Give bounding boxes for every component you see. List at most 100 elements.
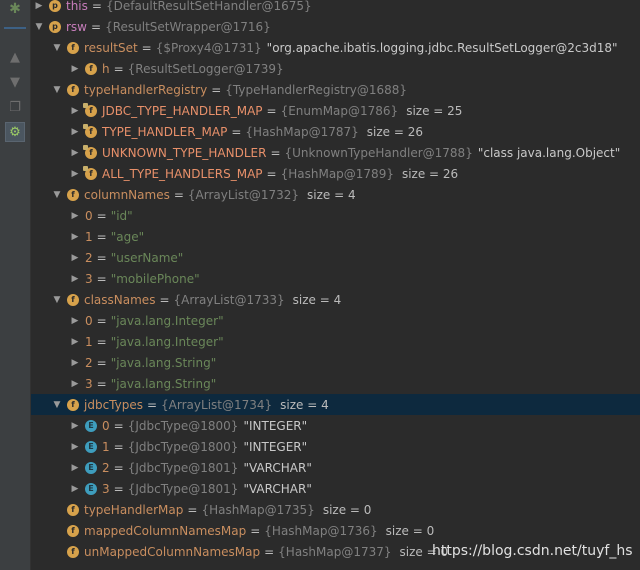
equals-sign: =	[113, 418, 124, 433]
view-options-icon[interactable]: ⚙	[5, 122, 25, 142]
tree-row[interactable]: ▶ 0 = "id"	[31, 205, 640, 226]
debugger-toolbar: ✱ ▲ ▼ ❐ ⚙	[0, 0, 31, 570]
tree-row[interactable]: ▶ E 1 = {JdbcType@1800} "INTEGER"	[31, 436, 640, 457]
tree-row[interactable]: ▶ 3 = "mobilePhone"	[31, 268, 640, 289]
collapse-arrow-icon[interactable]: ▶	[69, 64, 81, 74]
tree-row[interactable]: ▶ E 0 = {JdbcType@1800} "INTEGER"	[31, 415, 640, 436]
tree-row[interactable]: ▶ 1 = "java.lang.Integer"	[31, 331, 640, 352]
collection-size: size = 0	[385, 523, 435, 538]
tree-row[interactable]: ▶ E 3 = {JdbcType@1801} "VARCHAR"	[31, 478, 640, 499]
collapse-arrow-icon[interactable]: ▶	[69, 127, 81, 137]
watermark-text: https://blog.csdn.net/tuyf_hs	[432, 543, 633, 559]
equals-sign: =	[173, 187, 184, 202]
tree-row[interactable]: ▶ f UNKNOWN_TYPE_HANDLER = {UnknownTypeHandl…	[31, 142, 640, 163]
equals-sign: =	[96, 208, 107, 223]
expand-arrow-icon[interactable]: ▼	[51, 295, 63, 305]
tree-row[interactable]: ▼ p rsw = {ResultSetWrapper@1716}	[31, 16, 640, 37]
expand-arrow-icon[interactable]: ▼	[51, 43, 63, 53]
equals-sign: =	[96, 271, 107, 286]
equals-sign: =	[211, 82, 222, 97]
tree-row[interactable]: ▶ 2 = "java.lang.String"	[31, 352, 640, 373]
tree-row[interactable]: ▼ f classNames = {ArrayList@1733} size = 4	[31, 289, 640, 310]
variable-name: 3	[85, 271, 93, 286]
parameter-icon: p	[49, 20, 61, 33]
tree-row[interactable]: ▶ f TYPE_HANDLER_MAP = {HashMap@1787} size = …	[31, 121, 640, 142]
tree-row[interactable]: ▶ 2 = "userName"	[31, 247, 640, 268]
equals-sign: =	[266, 166, 277, 181]
tree-row[interactable]: ▶ 0 = "java.lang.Integer"	[31, 310, 640, 331]
equals-sign: =	[141, 40, 152, 55]
equals-sign: =	[270, 145, 281, 160]
variable-name: 0	[85, 208, 93, 223]
variable-type: {HashMap@1736}	[264, 523, 378, 538]
collapse-arrow-icon[interactable]: ▶	[69, 358, 81, 368]
copy-icon[interactable]: ❐	[6, 98, 24, 116]
variable-value: "INTEGER"	[243, 439, 308, 454]
collection-size: size = 26	[401, 166, 459, 181]
tree-row[interactable]: ▶ 1 = "age"	[31, 226, 640, 247]
collapse-arrow-icon[interactable]: ▶	[69, 169, 81, 179]
collapse-arrow-icon[interactable]: ▶	[69, 211, 81, 221]
debug-bug-icon[interactable]: ✱	[6, 0, 24, 18]
expand-arrow-icon[interactable]: ▼	[51, 400, 63, 410]
equals-sign: =	[96, 334, 107, 349]
collapse-arrow-icon[interactable]: ▶	[69, 274, 81, 284]
tree-row[interactable]: ▼ f jdbcTypes = {ArrayList@1734} size = 4	[31, 394, 640, 415]
tree-row[interactable]: ▶ f ALL_TYPE_HANDLERS_MAP = {HashMap@1789} si…	[31, 163, 640, 184]
field-icon: f	[67, 188, 79, 201]
collapse-arrow-icon[interactable]: ▶	[69, 442, 81, 452]
equals-sign: =	[113, 61, 124, 76]
variable-name: unMappedColumnNamesMap	[84, 544, 261, 559]
field-icon: f	[85, 62, 97, 75]
enum-icon: E	[85, 440, 97, 453]
variable-type: {ArrayList@1734}	[161, 397, 273, 412]
variable-type: {HashMap@1735}	[201, 502, 315, 517]
collapse-arrow-icon[interactable]: ▶	[69, 379, 81, 389]
variable-type: {EnumMap@1786}	[280, 103, 399, 118]
tree-row[interactable]: ▶ f h = {ResultSetLogger@1739}	[31, 58, 640, 79]
tree-row[interactable]: ▶ 3 = "java.lang.String"	[31, 373, 640, 394]
tree-row[interactable]: ▼ f columnNames = {ArrayList@1732} size = 4	[31, 184, 640, 205]
collapse-arrow-icon[interactable]: ▶	[69, 316, 81, 326]
collapse-arrow-icon[interactable]: ▶	[69, 106, 81, 116]
variable-name: 0	[102, 418, 110, 433]
collapse-arrow-icon[interactable]: ▶	[69, 148, 81, 158]
tree-row[interactable]: ▶ p this = {DefaultResultSetHandler@1675}	[31, 0, 640, 16]
variable-name: rsw	[66, 19, 87, 34]
arrow-up-icon[interactable]: ▲	[6, 48, 24, 66]
variable-value: "java.lang.String"	[110, 355, 217, 370]
collection-size: size = 0	[322, 502, 372, 517]
variable-name: JDBC_TYPE_HANDLER_MAP	[102, 103, 263, 118]
tree-row[interactable]: ▼ f typeHandlerRegistry = {TypeHandlerRegist…	[31, 79, 640, 100]
field-icon: f	[67, 83, 79, 96]
equals-sign: =	[250, 523, 261, 538]
expand-arrow-icon[interactable]: ▼	[33, 22, 45, 32]
arrow-down-icon[interactable]: ▼	[6, 73, 24, 91]
collapse-arrow-icon[interactable]: ▶	[69, 337, 81, 347]
collection-size: size = 4	[280, 397, 329, 412]
collapse-arrow-icon[interactable]: ▶	[33, 1, 45, 11]
variable-type: {HashMap@1787}	[245, 124, 359, 139]
variable-type: {JdbcType@1801}	[127, 460, 239, 475]
collapse-arrow-icon[interactable]: ▶	[69, 463, 81, 473]
variable-type: {ResultSetLogger@1739}	[127, 61, 284, 76]
field-icon: f	[83, 102, 97, 117]
variable-value: "class java.lang.Object"	[477, 145, 621, 160]
tree-row[interactable]: f typeHandlerMap = {HashMap@1735} size = 0	[31, 499, 640, 520]
variable-type: {JdbcType@1800}	[127, 439, 239, 454]
tree-row[interactable]: ▶ f JDBC_TYPE_HANDLER_MAP = {EnumMap@1786} si…	[31, 100, 640, 121]
tree-row[interactable]: ▼ f resultSet = {$Proxy4@1731} "org.apache.ib…	[31, 37, 640, 58]
collapse-arrow-icon[interactable]: ▶	[69, 253, 81, 263]
collapse-arrow-icon[interactable]: ▶	[69, 421, 81, 431]
variable-name: h	[102, 61, 110, 76]
expand-arrow-icon[interactable]: ▼	[51, 190, 63, 200]
variable-name: 2	[85, 355, 93, 370]
tree-row[interactable]: f mappedColumnNamesMap = {HashMap@1736} size…	[31, 520, 640, 541]
tree-row[interactable]: ▶ E 2 = {JdbcType@1801} "VARCHAR"	[31, 457, 640, 478]
collapse-arrow-icon[interactable]: ▶	[69, 484, 81, 494]
collapse-arrow-icon[interactable]: ▶	[69, 232, 81, 242]
expand-arrow-icon[interactable]: ▼	[51, 85, 63, 95]
variable-name: this	[66, 0, 88, 13]
enum-icon: E	[85, 482, 97, 495]
variable-type: {ArrayList@1732}	[187, 187, 299, 202]
